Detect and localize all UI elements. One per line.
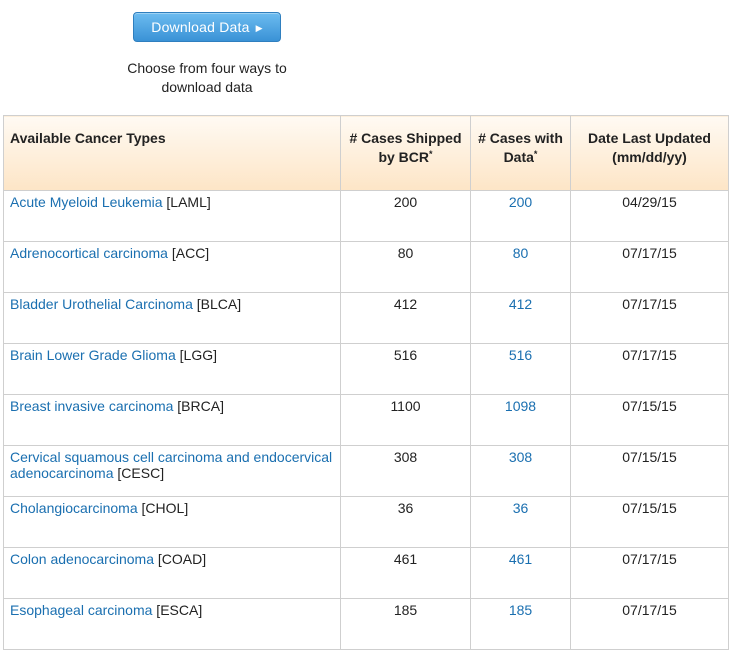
header-date-updated: Date Last Updated (mm/dd/yy) bbox=[570, 115, 729, 191]
cases-with-data-cell: 516 bbox=[470, 343, 571, 395]
play-arrow-icon: ▶ bbox=[255, 23, 263, 33]
date-updated-cell: 07/17/15 bbox=[570, 343, 729, 395]
cases-shipped-cell: 412 bbox=[340, 292, 471, 344]
cancer-code: [LGG] bbox=[175, 347, 217, 363]
cases-shipped-cell: 200 bbox=[340, 190, 471, 242]
cases-shipped-cell: 185 bbox=[340, 598, 471, 650]
cancer-type-link[interactable]: Brain Lower Grade Glioma bbox=[10, 347, 176, 363]
date-updated-cell: 04/29/15 bbox=[570, 190, 729, 242]
cancer-name-cell: Esophageal carcinoma [ESCA] bbox=[3, 598, 341, 650]
date-updated-cell: 07/17/15 bbox=[570, 598, 729, 650]
cancer-types-table: Available Cancer Types # Cases Shipped b… bbox=[3, 115, 729, 650]
download-caption-line1: Choose from four ways to bbox=[127, 60, 287, 76]
cases-with-data-cell: 412 bbox=[470, 292, 571, 344]
cancer-name-cell: Colon adenocarcinoma [COAD] bbox=[3, 547, 341, 599]
cases-with-data-cell: 1098 bbox=[470, 394, 571, 446]
table-row: Acute Myeloid Leukemia [LAML] 200 200 04… bbox=[3, 190, 729, 242]
cancer-code: [BLCA] bbox=[192, 296, 242, 312]
cancer-name-cell: Acute Myeloid Leukemia [LAML] bbox=[3, 190, 341, 242]
download-caption: Choose from four ways to download data bbox=[100, 59, 314, 97]
cases-with-data-link[interactable]: 185 bbox=[509, 602, 532, 618]
date-updated-cell: 07/15/15 bbox=[570, 496, 729, 548]
cancer-code: [BRCA] bbox=[173, 398, 224, 414]
cases-with-data-link[interactable]: 1098 bbox=[505, 398, 536, 414]
cancer-type-link[interactable]: Acute Myeloid Leukemia bbox=[10, 194, 163, 210]
download-caption-line2: download data bbox=[161, 79, 253, 95]
date-updated-cell: 07/17/15 bbox=[570, 547, 729, 599]
cancer-type-link[interactable]: Esophageal carcinoma bbox=[10, 602, 152, 618]
cases-with-data-link[interactable]: 36 bbox=[513, 500, 529, 516]
cases-shipped-cell: 461 bbox=[340, 547, 471, 599]
cases-with-data-cell: 461 bbox=[470, 547, 571, 599]
download-button-label: Download Data bbox=[151, 19, 250, 35]
cancer-name-cell: Adrenocortical carcinoma [ACC] bbox=[3, 241, 341, 293]
cases-with-data-cell: 185 bbox=[470, 598, 571, 650]
table-row: Adrenocortical carcinoma [ACC] 80 80 07/… bbox=[3, 241, 729, 293]
cancer-name-cell: Bladder Urothelial Carcinoma [BLCA] bbox=[3, 292, 341, 344]
date-updated-cell: 07/15/15 bbox=[570, 445, 729, 497]
cancer-type-link[interactable]: Cholangiocarcinoma bbox=[10, 500, 138, 516]
table-row: Cervical squamous cell carcinoma and end… bbox=[3, 445, 729, 497]
cases-with-data-cell: 80 bbox=[470, 241, 571, 293]
header-cases-shipped: # Cases Shipped by BCR* bbox=[340, 115, 471, 191]
table-row: Breast invasive carcinoma [BRCA] 1100 10… bbox=[3, 394, 729, 446]
cancer-name-cell: Brain Lower Grade Glioma [LGG] bbox=[3, 343, 341, 395]
cases-shipped-cell: 308 bbox=[340, 445, 471, 497]
cases-with-data-link[interactable]: 200 bbox=[509, 194, 532, 210]
cases-shipped-cell: 516 bbox=[340, 343, 471, 395]
cancer-code: [ACC] bbox=[167, 245, 210, 261]
cases-with-data-cell: 308 bbox=[470, 445, 571, 497]
cases-with-data-link[interactable]: 308 bbox=[509, 449, 532, 465]
date-updated-cell: 07/17/15 bbox=[570, 241, 729, 293]
table-row: Esophageal carcinoma [ESCA] 185 185 07/1… bbox=[3, 598, 729, 650]
cases-with-data-link[interactable]: 461 bbox=[509, 551, 532, 567]
table-row: Colon adenocarcinoma [COAD] 461 461 07/1… bbox=[3, 547, 729, 599]
cancer-type-link[interactable]: Bladder Urothelial Carcinoma bbox=[10, 296, 193, 312]
date-updated-cell: 07/17/15 bbox=[570, 292, 729, 344]
cases-with-data-link[interactable]: 412 bbox=[509, 296, 532, 312]
cases-with-data-link[interactable]: 80 bbox=[513, 245, 529, 261]
cancer-code: [LAML] bbox=[162, 194, 211, 210]
table-row: Cholangiocarcinoma [CHOL] 36 36 07/15/15 bbox=[3, 496, 729, 548]
cancer-name-cell: Cholangiocarcinoma [CHOL] bbox=[3, 496, 341, 548]
cases-shipped-cell: 1100 bbox=[340, 394, 471, 446]
cancer-code: [ESCA] bbox=[152, 602, 203, 618]
download-section: Download Data ▶ Choose from four ways to … bbox=[100, 12, 314, 97]
cases-shipped-cell: 36 bbox=[340, 496, 471, 548]
header-cases-with-data: # Cases with Data* bbox=[470, 115, 571, 191]
cancer-code: [CHOL] bbox=[137, 500, 189, 516]
cancer-type-link[interactable]: Breast invasive carcinoma bbox=[10, 398, 173, 414]
table-header-row: Available Cancer Types # Cases Shipped b… bbox=[3, 115, 729, 191]
table-row: Brain Lower Grade Glioma [LGG] 516 516 0… bbox=[3, 343, 729, 395]
cancer-name-cell: Breast invasive carcinoma [BRCA] bbox=[3, 394, 341, 446]
table-row: Bladder Urothelial Carcinoma [BLCA] 412 … bbox=[3, 292, 729, 344]
cancer-type-link[interactable]: Adrenocortical carcinoma bbox=[10, 245, 168, 261]
cancer-type-link[interactable]: Cervical squamous cell carcinoma and end… bbox=[10, 449, 332, 481]
cancer-code: [CESC] bbox=[113, 465, 165, 481]
cases-with-data-cell: 200 bbox=[470, 190, 571, 242]
cancer-type-link[interactable]: Colon adenocarcinoma bbox=[10, 551, 154, 567]
download-data-button[interactable]: Download Data ▶ bbox=[133, 12, 281, 42]
cases-with-data-cell: 36 bbox=[470, 496, 571, 548]
cancer-name-cell: Cervical squamous cell carcinoma and end… bbox=[3, 445, 341, 497]
cases-shipped-cell: 80 bbox=[340, 241, 471, 293]
cases-with-data-link[interactable]: 516 bbox=[509, 347, 532, 363]
cancer-code: [COAD] bbox=[153, 551, 207, 567]
header-cancer-type: Available Cancer Types bbox=[3, 115, 341, 191]
date-updated-cell: 07/15/15 bbox=[570, 394, 729, 446]
